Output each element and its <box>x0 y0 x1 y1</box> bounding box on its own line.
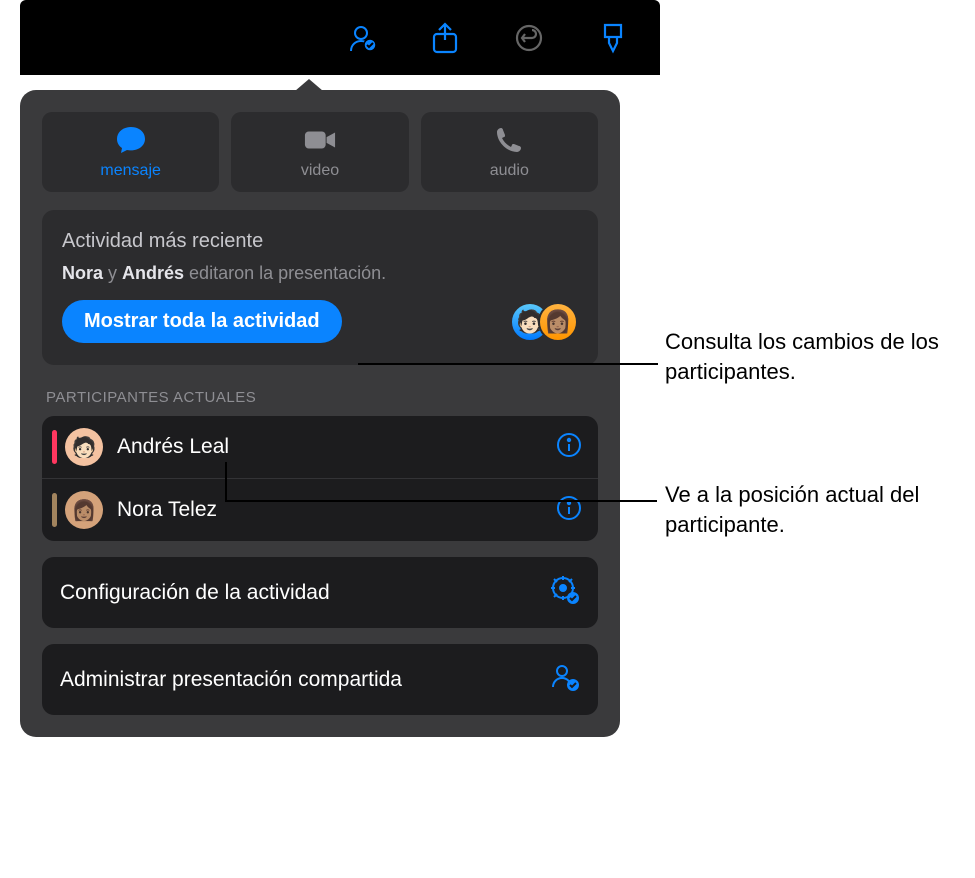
avatar: 👩🏽 <box>65 491 103 529</box>
activity-title: Actividad más reciente <box>62 230 578 253</box>
participants-list: 🧑🏻 Andrés Leal 👩🏽 Nora Telez <box>42 416 598 541</box>
info-icon[interactable] <box>556 432 582 463</box>
video-label: video <box>301 162 339 180</box>
participant-name: Andrés Leal <box>117 435 556 459</box>
callout-text: Ve a la posición actual del participante… <box>665 480 965 539</box>
message-button[interactable]: mensaje <box>42 112 219 192</box>
activity-summary: Nora y Andrés editaron la presentación. <box>62 263 578 284</box>
manage-shared-label: Administrar presentación compartida <box>60 666 402 693</box>
callout-line <box>358 363 658 365</box>
activity-avatars: 🧑🏻 👩🏽 <box>522 302 578 342</box>
avatar: 👩🏽 <box>538 302 578 342</box>
video-icon <box>304 124 336 156</box>
participant-name: Nora Telez <box>117 498 556 522</box>
activity-settings-button[interactable]: Configuración de la actividad <box>42 557 598 628</box>
message-label: mensaje <box>100 162 160 180</box>
audio-button[interactable]: audio <box>421 112 598 192</box>
recent-activity-card: Actividad más reciente Nora y Andrés edi… <box>42 210 598 365</box>
presence-indicator <box>52 493 57 527</box>
contact-row: mensaje video audio <box>42 112 598 192</box>
callout-line <box>225 500 657 502</box>
callout-text: Consulta los cambios de los participante… <box>665 327 965 386</box>
avatar: 🧑🏻 <box>65 428 103 466</box>
format-brush-icon[interactable] <box>596 21 630 55</box>
presence-indicator <box>52 430 57 464</box>
share-icon[interactable] <box>428 21 462 55</box>
video-button[interactable]: video <box>231 112 408 192</box>
toolbar <box>20 0 660 75</box>
audio-label: audio <box>490 162 529 180</box>
person-badge-icon <box>550 662 580 697</box>
gear-badge-icon <box>550 575 580 610</box>
collaborate-icon[interactable] <box>344 21 378 55</box>
undo-icon[interactable] <box>512 21 546 55</box>
activity-settings-label: Configuración de la actividad <box>60 579 330 606</box>
phone-icon <box>493 124 525 156</box>
collaboration-popover: mensaje video audio Actividad más recien… <box>20 90 620 737</box>
participants-heading: PARTICIPANTES ACTUALES <box>46 389 594 406</box>
manage-shared-button[interactable]: Administrar presentación compartida <box>42 644 598 715</box>
show-all-activity-button[interactable]: Mostrar toda la actividad <box>62 300 342 343</box>
participant-row[interactable]: 👩🏽 Nora Telez <box>42 479 598 541</box>
participant-row[interactable]: 🧑🏻 Andrés Leal <box>42 416 598 479</box>
callout-line <box>225 462 227 502</box>
message-icon <box>115 124 147 156</box>
